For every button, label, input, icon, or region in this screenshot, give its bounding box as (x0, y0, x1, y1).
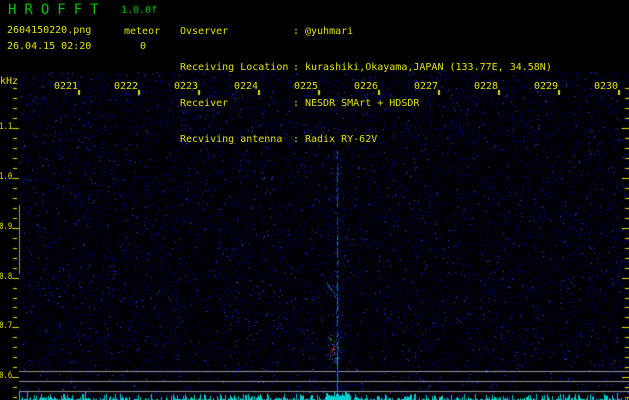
metadata-row-observer: Ovserver: @yuhmari (180, 26, 629, 38)
app-title: HROFFT (8, 2, 107, 18)
metadata-separator: : (293, 98, 300, 109)
metadata-separator: : (293, 26, 300, 37)
metadata-row-receiver: Receiver: NESDR SMArt + HDSDR (180, 98, 629, 110)
metadata-label: Receiving Location (180, 62, 289, 73)
metadata-value: @yuhmari (305, 26, 354, 37)
metadata-value: NESDR SMArt + HDSDR (305, 98, 420, 109)
metadata-row-antenna: Recviving antenna: Radix RY-62V (180, 134, 629, 146)
filename-label: 2604150220.png (7, 25, 92, 36)
y-axis-unit: kHz (0, 76, 19, 87)
hrofft-window: HROFFT 1.0.0f 2604150220.png meteor 26.0… (0, 0, 629, 400)
metadata-value: kurashiki,Okayama,JAPAN (133.77E, 34.58N… (305, 62, 552, 73)
metadata-separator: : (293, 134, 300, 145)
metadata-row-location: Receiving Location: kurashiki,Okayama,JAP… (180, 62, 629, 74)
meteor-counter-label: meteor (124, 26, 161, 37)
metadata-label: Receiver (180, 98, 229, 109)
metadata-value: Radix RY-62V (305, 134, 378, 145)
metadata-separator: : (293, 62, 300, 73)
metadata-label: Ovserver (180, 26, 229, 37)
timestamp-label: 26.04.15 02:20 (7, 41, 92, 52)
app-version: 1.0.0f (121, 5, 158, 16)
metadata-block: Ovserver: @yuhmari Receiving Location: kur… (180, 2, 629, 170)
meteor-counter-value: 0 (140, 41, 147, 52)
metadata-label: Recviving antenna (180, 134, 283, 145)
